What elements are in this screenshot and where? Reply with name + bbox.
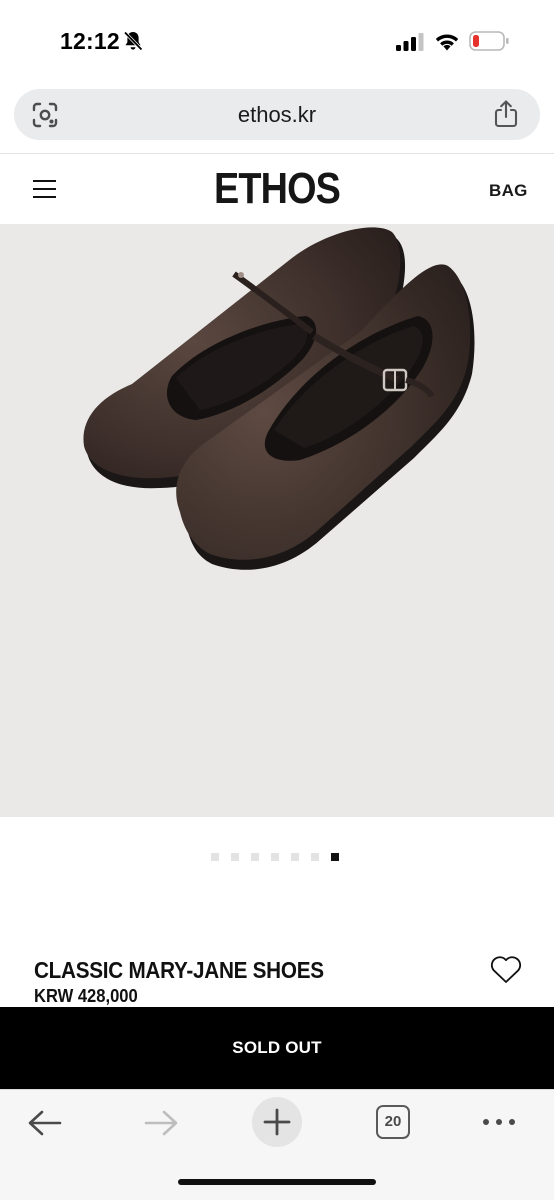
pagination-dot[interactable] bbox=[231, 853, 239, 861]
product-price: KRW 428,000 bbox=[34, 986, 138, 1006]
url-text[interactable]: ethos.kr bbox=[14, 102, 540, 128]
status-bar: 12:12 bbox=[0, 0, 554, 80]
site-header: ETHOS BAG bbox=[0, 154, 554, 224]
product-image[interactable] bbox=[0, 224, 554, 817]
pagination-dot[interactable] bbox=[331, 853, 339, 861]
address-bar[interactable]: ethos.kr bbox=[14, 89, 540, 140]
wifi-icon bbox=[435, 34, 459, 51]
more-dots-icon[interactable] bbox=[481, 1116, 517, 1128]
shoes-illustration bbox=[83, 227, 475, 570]
sold-out-button[interactable]: SOLD OUT bbox=[0, 1007, 554, 1089]
product-name: CLASSIC MARY-JANE SHOES bbox=[34, 957, 324, 983]
battery-low-icon bbox=[469, 31, 509, 51]
pagination-dot[interactable] bbox=[271, 853, 279, 861]
bag-link[interactable]: BAG bbox=[489, 181, 528, 201]
tabs-icon[interactable]: 20 bbox=[376, 1105, 410, 1139]
heart-outline-icon[interactable] bbox=[490, 955, 522, 984]
site-logo[interactable]: ETHOS bbox=[39, 164, 515, 214]
signal-icon bbox=[396, 33, 424, 51]
pagination-dot[interactable] bbox=[291, 853, 299, 861]
share-icon[interactable] bbox=[492, 99, 520, 129]
status-time: 12:12 bbox=[60, 28, 120, 54]
pagination-dot[interactable] bbox=[251, 853, 259, 861]
bell-slash-icon bbox=[123, 31, 143, 51]
pagination-dot[interactable] bbox=[311, 853, 319, 861]
forward-arrow-icon[interactable] bbox=[142, 1109, 180, 1137]
pagination-dot[interactable] bbox=[211, 853, 219, 861]
image-pagination bbox=[211, 853, 339, 861]
new-tab-button[interactable] bbox=[252, 1097, 302, 1147]
back-arrow-icon[interactable] bbox=[26, 1109, 64, 1137]
plus-icon bbox=[263, 1108, 291, 1136]
home-indicator bbox=[178, 1179, 376, 1185]
